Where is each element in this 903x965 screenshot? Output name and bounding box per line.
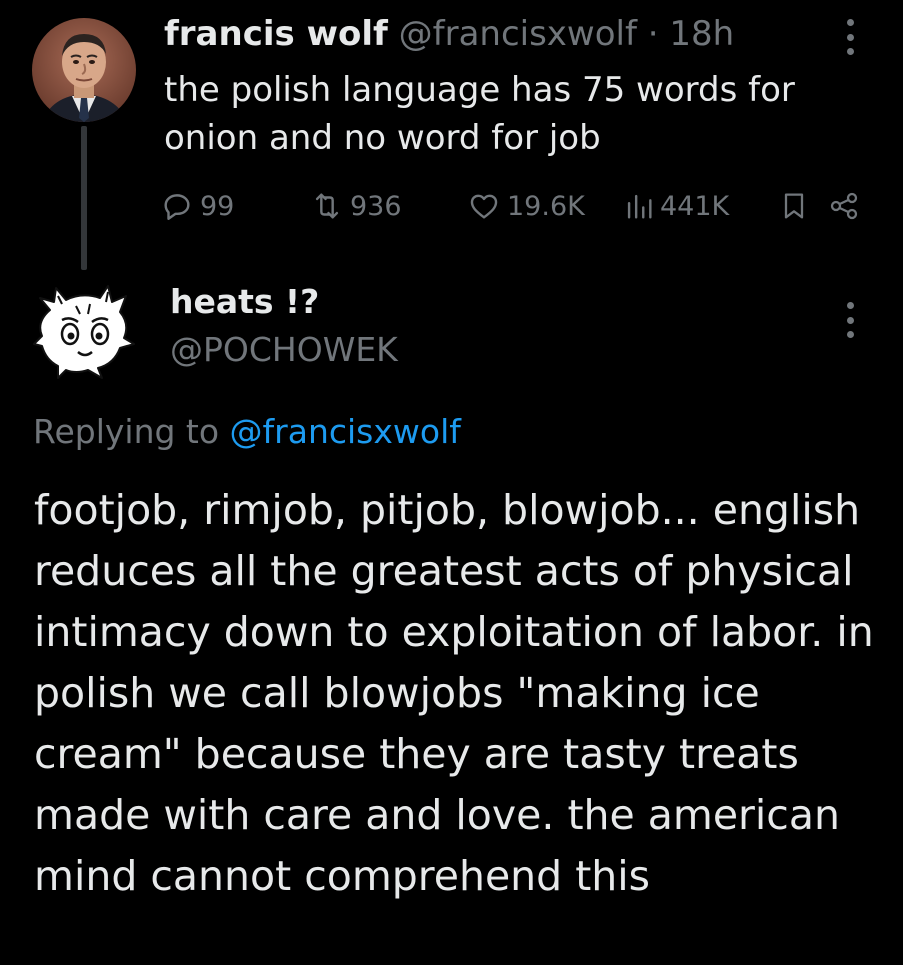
- view-count: 441K: [660, 190, 730, 222]
- more-icon[interactable]: [845, 19, 855, 55]
- replying-to-mention[interactable]: @francisxwolf: [230, 412, 461, 451]
- bookmark-button[interactable]: [778, 186, 816, 226]
- tweet-text: the polish language has 75 words for oni…: [164, 70, 795, 158]
- reply-icon: [164, 194, 190, 220]
- replying-to-line: Replying to @francisxwolf: [33, 408, 461, 456]
- like-icon: [470, 194, 498, 219]
- reply-count: 99: [200, 190, 235, 222]
- bookmark-icon: [784, 193, 804, 219]
- retweet-button[interactable]: 936: [310, 186, 402, 226]
- meta-separator: ·: [636, 14, 670, 54]
- tweet-actions-bar: 99 936 19.6K 441K: [160, 186, 860, 226]
- reply-author-handle[interactable]: @POCHOWEK: [170, 328, 398, 372]
- like-button[interactable]: 19.6K: [467, 186, 585, 226]
- retweet-count: 936: [350, 190, 402, 222]
- reply-tweet-text: footjob, rimjob, pitjob, blowjob... engl…: [34, 486, 874, 900]
- tweet-header: francis wolf @francisxwolf · 18h: [164, 12, 734, 56]
- reply-button[interactable]: 99: [160, 186, 234, 226]
- tweet-timestamp[interactable]: 18h: [669, 14, 734, 54]
- avatar-cartoon-image: [33, 285, 135, 379]
- share-button[interactable]: [828, 186, 866, 226]
- share-icon: [830, 192, 858, 220]
- more-icon[interactable]: [845, 302, 855, 338]
- replying-prefix: Replying to: [33, 412, 230, 451]
- views-icon: [627, 194, 652, 219]
- views-button[interactable]: 441K: [624, 186, 729, 226]
- thread-connector-line: [81, 126, 87, 270]
- reply-author-name[interactable]: heats !?: [170, 280, 319, 324]
- avatar-francis-wolf[interactable]: [32, 18, 136, 122]
- avatar-portrait-image: [32, 18, 136, 122]
- author-handle[interactable]: @francisxwolf: [399, 14, 637, 54]
- retweet-icon: [315, 193, 339, 219]
- like-count: 19.6K: [507, 190, 585, 222]
- avatar-pochowek[interactable]: [32, 280, 138, 380]
- author-name[interactable]: francis wolf: [164, 14, 388, 54]
